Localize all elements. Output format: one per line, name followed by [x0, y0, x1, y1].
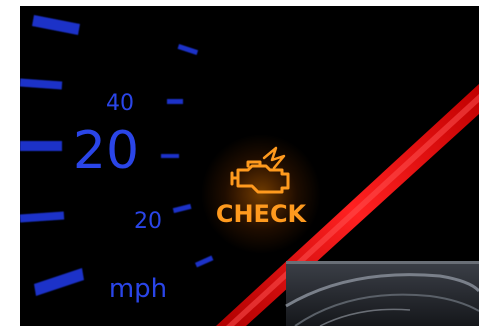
- speed-number-40: 40: [106, 91, 134, 116]
- inset-image: [285, 261, 479, 326]
- check-label: CHECK: [216, 200, 308, 228]
- warning-glow: [201, 134, 321, 254]
- dashboard-scene: 40 20 20 mph CHECK: [20, 6, 479, 326]
- speed-number-20: 20: [73, 121, 139, 181]
- rpm-number-20: 20: [134, 209, 162, 234]
- unit-label: mph: [109, 274, 167, 304]
- dashboard-photo: 40 20 20 mph CHECK: [20, 6, 479, 326]
